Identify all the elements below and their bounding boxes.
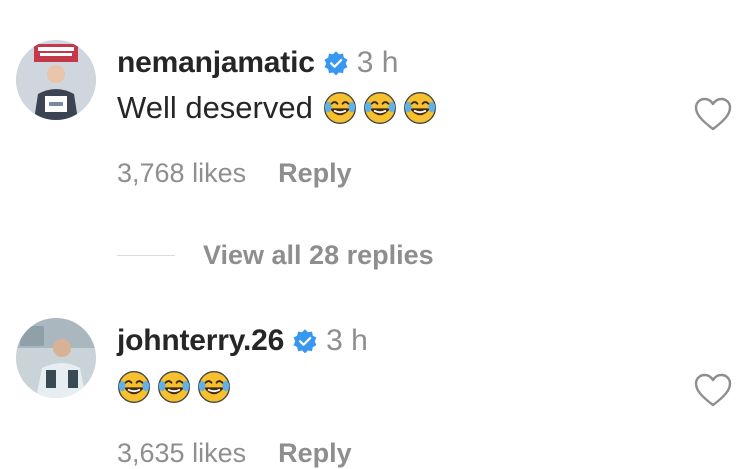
- view-replies-label: View all 28 replies: [203, 240, 434, 270]
- timestamp: 3 h: [326, 324, 368, 357]
- face-with-tears-of-joy-icon: [363, 92, 396, 124]
- username[interactable]: johnterry.26: [117, 324, 284, 358]
- timestamp: 3 h: [356, 46, 399, 79]
- face-with-tears-of-joy-icon: [403, 92, 436, 124]
- face-with-tears-of-joy-icon: [118, 371, 150, 403]
- avatar[interactable]: [16, 318, 96, 398]
- verified-badge-icon: [324, 51, 348, 76]
- heart-outline-icon[interactable]: [693, 96, 733, 132]
- face-with-tears-of-joy-icon: [158, 371, 190, 403]
- view-replies-button[interactable]: View all 28 replies: [117, 240, 434, 271]
- divider: [117, 254, 175, 257]
- face-with-tears-of-joy-icon: [198, 371, 230, 403]
- avatar[interactable]: [16, 40, 96, 120]
- verified-badge-icon: [293, 329, 317, 354]
- heart-outline-icon[interactable]: [693, 372, 733, 408]
- likes-count[interactable]: 3,768 likes: [117, 158, 246, 189]
- reply-button[interactable]: Reply: [278, 438, 352, 469]
- likes-count[interactable]: 3,635 likes: [117, 438, 246, 469]
- comment-text: Well deserved: [117, 90, 313, 125]
- reply-button[interactable]: Reply: [278, 158, 352, 189]
- face-with-tears-of-joy-icon: [323, 92, 356, 124]
- username[interactable]: nemanjamatic: [117, 46, 315, 80]
